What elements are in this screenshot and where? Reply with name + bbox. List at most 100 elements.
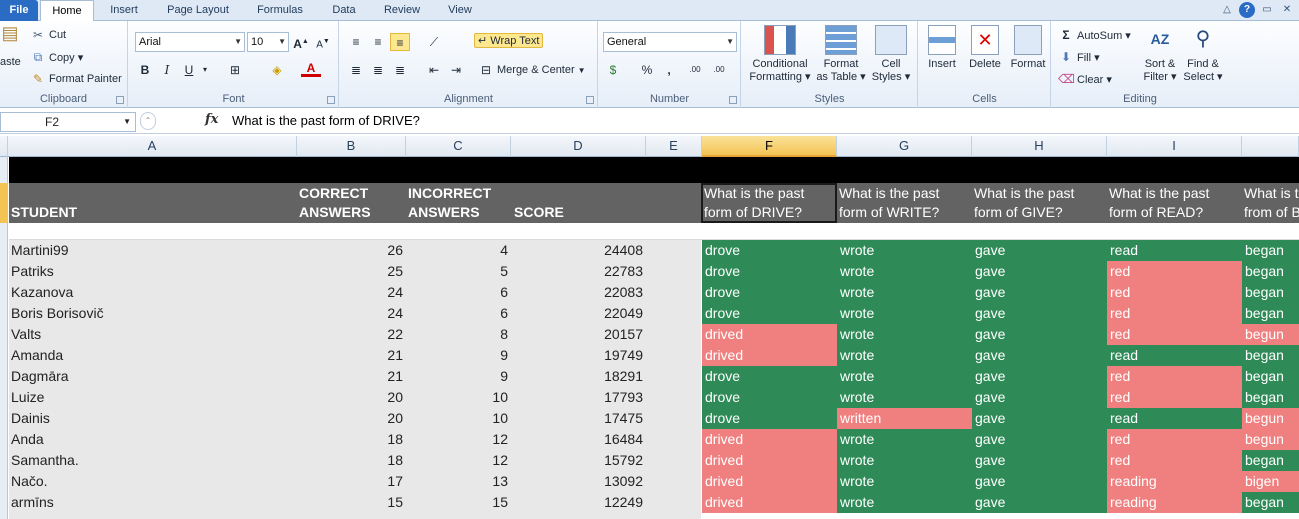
increase-decimal-button[interactable]: .00 (685, 61, 705, 79)
student-name-cell[interactable]: Dagmāra (8, 366, 297, 387)
answer-cell-i[interactable]: read (1107, 408, 1242, 429)
answer-cell-f[interactable]: drove (702, 408, 837, 429)
answer-cell-j[interactable]: begun (1242, 408, 1299, 429)
name-box[interactable]: F2 ▼ (0, 112, 136, 132)
merge-center-button[interactable]: ⊟ Merge & Center ▼ (478, 62, 586, 78)
answer-cell-h[interactable]: gave (972, 303, 1107, 324)
answer-cell-j[interactable]: begun (1242, 429, 1299, 450)
score-cell[interactable]: 22083 (511, 282, 646, 303)
correct-answers-cell[interactable]: 20 (297, 408, 406, 429)
score-cell[interactable]: 24408 (511, 240, 646, 261)
answer-cell-h[interactable]: gave (972, 345, 1107, 366)
score-cell[interactable]: 15792 (511, 450, 646, 471)
font-name-select[interactable]: Arial ▼ (135, 32, 245, 52)
column-header-d[interactable]: D (511, 136, 646, 157)
answer-cell-h[interactable]: gave (972, 408, 1107, 429)
answer-cell-i[interactable]: red (1107, 282, 1242, 303)
score-cell[interactable]: 19749 (511, 345, 646, 366)
format-painter-button[interactable]: ✎ Format Painter (30, 71, 122, 87)
student-name-cell[interactable]: Valts (8, 324, 297, 345)
tab-insert[interactable]: Insert (100, 0, 148, 21)
correct-answers-cell[interactable]: 22 (297, 324, 406, 345)
incorrect-answers-cell[interactable]: 13 (406, 471, 511, 492)
column-header-f[interactable]: F (702, 136, 837, 157)
incorrect-answers-cell[interactable]: 9 (406, 345, 511, 366)
answer-cell-f[interactable]: drived (702, 450, 837, 471)
tab-home[interactable]: Home (40, 0, 94, 22)
answer-cell-h[interactable]: gave (972, 240, 1107, 261)
format-as-table-button[interactable]: Format as Table ▾ (816, 25, 866, 84)
answer-cell-j[interactable]: bigen (1242, 471, 1299, 492)
answer-cell-j[interactable]: began (1242, 366, 1299, 387)
delete-cells-button[interactable]: ✕ Delete (965, 25, 1005, 71)
incorrect-answers-cell[interactable]: 5 (406, 261, 511, 282)
answer-cell-i[interactable]: red (1107, 387, 1242, 408)
answer-cell-i[interactable]: red (1107, 303, 1242, 324)
cut-button[interactable]: ✂ Cut (30, 27, 66, 43)
insert-function-button[interactable]: fx (205, 112, 218, 127)
percent-button[interactable]: % (637, 61, 657, 79)
score-cell[interactable]: 13092 (511, 471, 646, 492)
close-icon[interactable]: ✕ (1279, 2, 1295, 18)
align-middle-button[interactable]: ≡ (368, 33, 388, 51)
formula-input[interactable]: What is the past form of DRIVE? (232, 113, 420, 128)
borders-button[interactable]: ⊞ (225, 61, 245, 79)
column-header-j[interactable] (1242, 136, 1299, 157)
autosum-button[interactable]: Σ AutoSum ▾ (1058, 27, 1130, 43)
answer-cell-g[interactable]: wrote (837, 345, 972, 366)
correct-answers-cell[interactable]: 17 (297, 471, 406, 492)
answer-cell-f[interactable]: drove (702, 261, 837, 282)
answer-cell-h[interactable]: gave (972, 471, 1107, 492)
increase-indent-button[interactable]: ⇥ (446, 61, 466, 79)
answer-cell-f[interactable]: drove (702, 387, 837, 408)
answer-cell-g[interactable]: written (837, 408, 972, 429)
number-format-select[interactable]: General ▼ (603, 32, 737, 52)
tab-file[interactable]: File (0, 0, 38, 21)
orientation-button[interactable]: ⟋ (424, 33, 444, 51)
score-cell[interactable]: 17793 (511, 387, 646, 408)
italic-button[interactable]: I (157, 61, 177, 79)
student-name-cell[interactable]: Anda (8, 429, 297, 450)
decrease-indent-button[interactable]: ⇤ (424, 61, 444, 79)
answer-cell-h[interactable]: gave (972, 282, 1107, 303)
accounting-format-button[interactable]: $ (603, 61, 623, 79)
student-name-cell[interactable]: armīns (8, 492, 297, 513)
fill-color-button[interactable]: ◈ (267, 61, 287, 79)
answer-cell-j[interactable]: began (1242, 387, 1299, 408)
number-launcher-icon[interactable] (729, 96, 737, 104)
minimize-icon[interactable]: ▭ (1259, 2, 1275, 18)
answer-cell-g[interactable]: wrote (837, 366, 972, 387)
answer-cell-h[interactable]: gave (972, 492, 1107, 513)
correct-answers-cell[interactable]: 25 (297, 261, 406, 282)
tab-page-layout[interactable]: Page Layout (158, 0, 238, 21)
correct-answers-cell[interactable]: 21 (297, 345, 406, 366)
format-cells-button[interactable]: Format (1007, 25, 1049, 71)
answer-cell-j[interactable]: began (1242, 492, 1299, 513)
answer-cell-g[interactable]: wrote (837, 450, 972, 471)
help-icon[interactable]: ? (1239, 2, 1255, 18)
answer-cell-f[interactable]: drove (702, 366, 837, 387)
incorrect-answers-cell[interactable]: 10 (406, 408, 511, 429)
paste-button[interactable]: ▤ aste (0, 24, 21, 68)
tab-formulas[interactable]: Formulas (248, 0, 312, 21)
column-header-c[interactable]: C (406, 136, 511, 157)
student-name-cell[interactable]: Kazanova (8, 282, 297, 303)
underline-dropdown-icon[interactable]: ▾ (195, 61, 215, 79)
score-cell[interactable]: 22049 (511, 303, 646, 324)
font-color-button[interactable]: A (301, 61, 321, 77)
answer-cell-h[interactable]: gave (972, 429, 1107, 450)
score-cell[interactable]: 20157 (511, 324, 646, 345)
answer-cell-j[interactable]: begun (1242, 324, 1299, 345)
answer-cell-i[interactable]: reading (1107, 471, 1242, 492)
answer-cell-i[interactable]: red (1107, 450, 1242, 471)
incorrect-answers-cell[interactable]: 10 (406, 387, 511, 408)
answer-cell-g[interactable]: wrote (837, 240, 972, 261)
answer-cell-j[interactable]: began (1242, 282, 1299, 303)
answer-cell-i[interactable]: red (1107, 429, 1242, 450)
decrease-decimal-button[interactable]: .00 (709, 61, 729, 79)
incorrect-answers-cell[interactable]: 15 (406, 492, 511, 513)
align-top-button[interactable]: ≡ (346, 33, 366, 51)
answer-cell-h[interactable]: gave (972, 324, 1107, 345)
correct-answers-cell[interactable]: 21 (297, 366, 406, 387)
cell-styles-button[interactable]: Cell Styles ▾ (868, 25, 914, 84)
